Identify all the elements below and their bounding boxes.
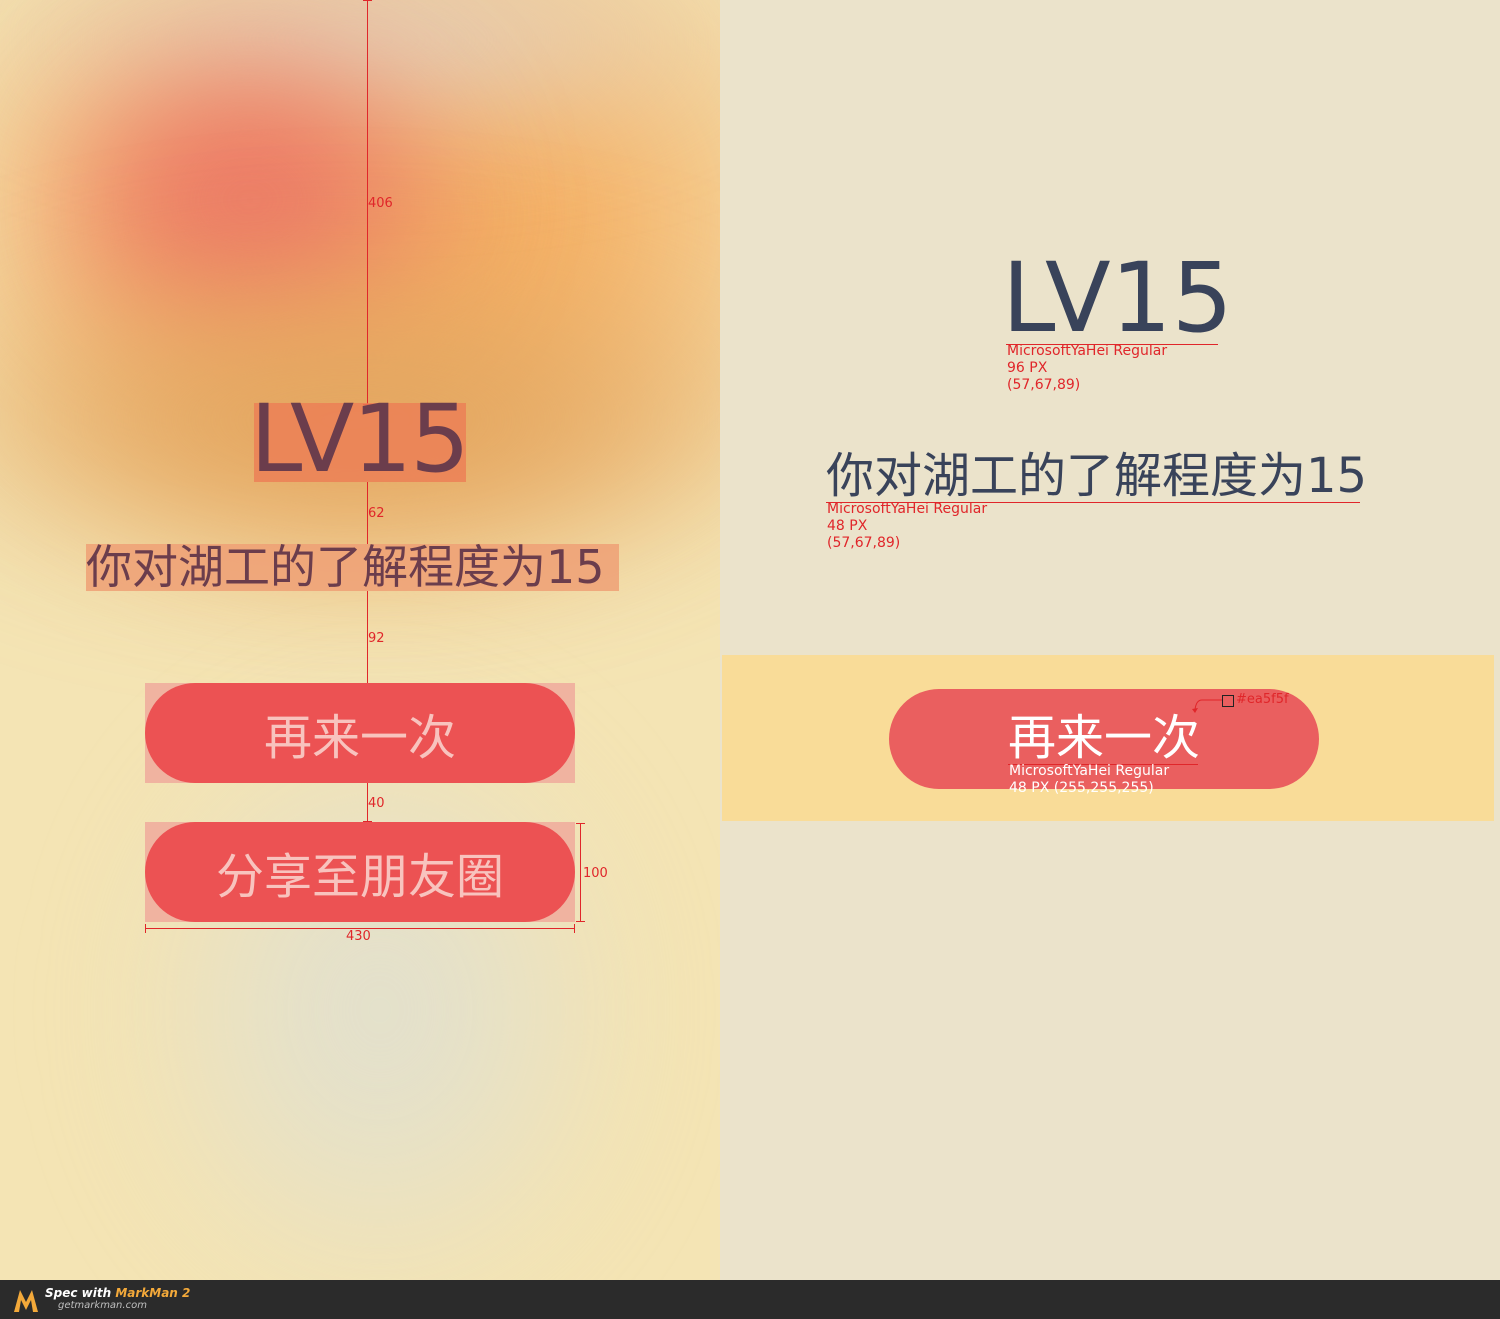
measure-tick [576, 921, 585, 922]
spec-button-font: MicrosoftYaHei Regular [1009, 763, 1170, 779]
retry-button-label: 再来一次 [263, 710, 456, 766]
level-subtitle: 你对湖工的了解程度为15 [86, 540, 605, 594]
pointer-arrow-icon [1192, 699, 1222, 713]
retry-button[interactable]: 再来一次 [145, 683, 575, 783]
background-glow [120, 700, 640, 1280]
measure-label-62: 62 [368, 506, 385, 521]
measure-line [580, 823, 581, 921]
share-button-label: 分享至朋友圈 [215, 849, 504, 905]
measure-label-406: 406 [368, 196, 393, 211]
footer-product-name: MarkMan 2 [115, 1286, 191, 1300]
measure-tick [574, 924, 575, 933]
spec-subtitle-color: (57,67,89) [827, 535, 901, 551]
measure-label-40: 40 [368, 796, 385, 811]
spec-level-font: MicrosoftYaHei Regular [1007, 343, 1168, 359]
footer-spec-text: Spec with MarkMan 2 [45, 1286, 190, 1300]
level-title: LV15 [250, 385, 470, 494]
mobile-preview-panel: 406 62 92 40 LV15 你对湖工的了解程度为15 再来一次 分享至朋… [0, 0, 720, 1280]
spec-level-size: 96 PX [1007, 360, 1048, 376]
spec-retry-button-label: 再来一次 [1008, 710, 1201, 766]
spec-level-color: (57,67,89) [1007, 377, 1081, 393]
level-highlight: LV15 [250, 393, 470, 487]
spec-level-title: LV15 [1002, 242, 1233, 354]
measure-tick [363, 0, 372, 1]
markman-logo-icon [14, 1290, 38, 1312]
measure-tick [145, 924, 146, 933]
footer-spec-prefix: Spec with [45, 1286, 116, 1300]
spec-subtitle-size: 48 PX [827, 518, 868, 534]
measure-label-92: 92 [368, 631, 385, 646]
spec-subtitle: 你对湖工的了解程度为15 [826, 448, 1368, 504]
spec-button-size: 48 PX (255,255,255) [1009, 780, 1154, 796]
measure-label-430: 430 [346, 929, 371, 944]
footer-url[interactable]: getmarkman.com [58, 1300, 147, 1311]
measure-tick [576, 823, 585, 824]
spec-panel: LV15 MicrosoftYaHei Regular 96 PX (57,67… [720, 0, 1500, 1280]
measure-label-100: 100 [583, 866, 608, 881]
spec-subtitle-font: MicrosoftYaHei Regular [827, 501, 988, 517]
subtitle-highlight: 你对湖工的了解程度为15 [86, 540, 619, 594]
share-button[interactable]: 分享至朋友圈 [145, 822, 575, 922]
markman-footer: Spec with MarkMan 2 getmarkman.com [0, 1280, 1500, 1319]
color-swatch-label: #ea5f5f [1236, 692, 1289, 707]
